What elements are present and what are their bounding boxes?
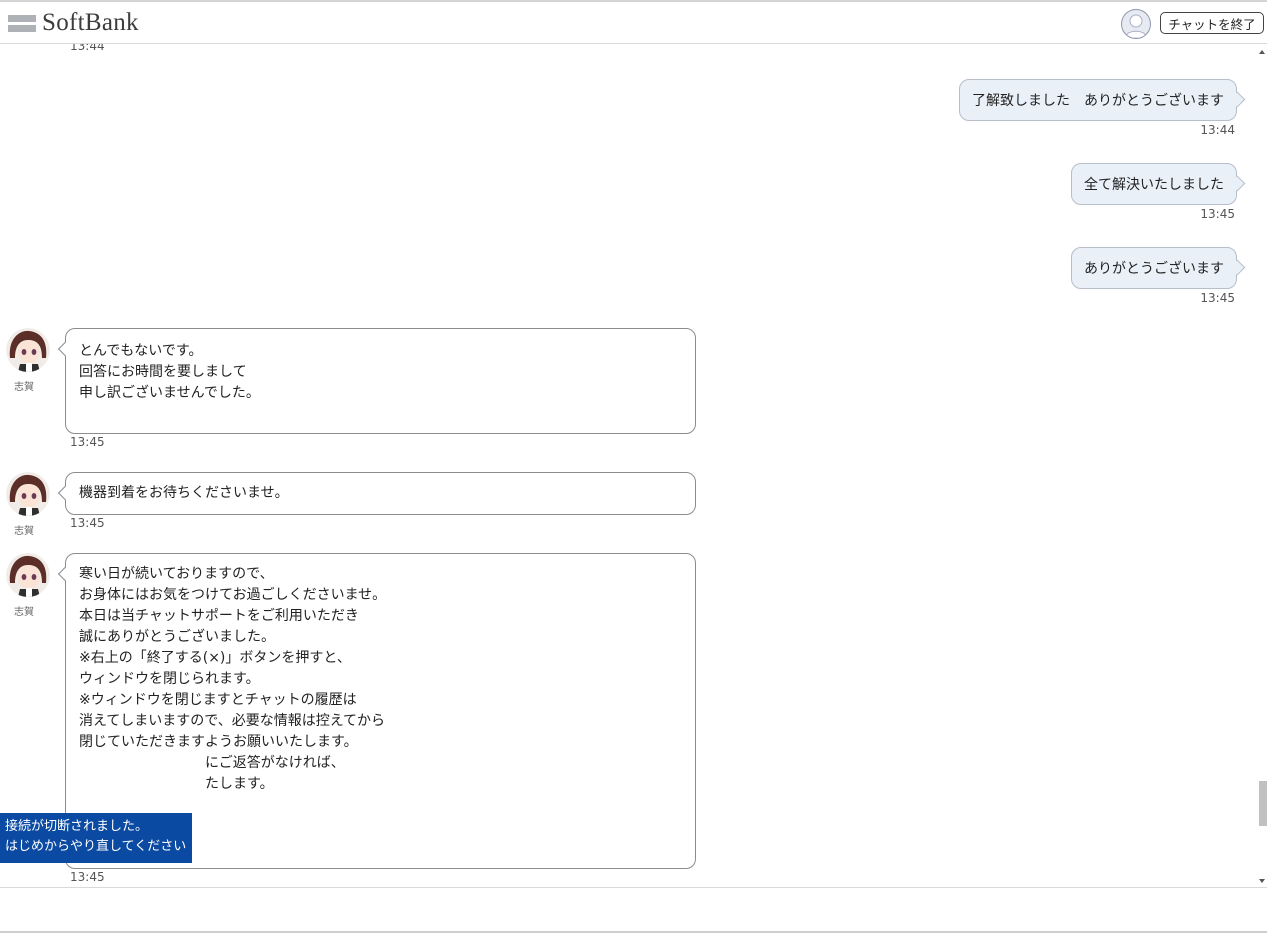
message-line: 機器到着をお待ちくださいませ。	[79, 485, 289, 501]
disconnect-notice-line: 接続が切断されました。	[5, 819, 149, 834]
message-time: 13:45	[70, 870, 105, 884]
logo-text: SoftBank	[42, 9, 139, 36]
user-message: ありがとうございます	[1071, 247, 1237, 289]
user-avatar-icon	[1121, 9, 1151, 39]
agent-avatar	[6, 472, 50, 516]
message-line: 閉じていただきますようお願いいたします。	[79, 734, 358, 750]
message-line: お身体にはお気をつけてお過ごしくださいませ。	[79, 587, 387, 603]
disconnect-notice-line: はじめからやり直してください	[5, 839, 187, 854]
header-bar: SoftBank チャットを終了	[0, 2, 1267, 44]
agent-message: 機器到着をお待ちくださいませ。	[65, 472, 696, 515]
message-time: 13:45	[1200, 207, 1235, 221]
scrollbar-thumb[interactable]	[1259, 781, 1267, 826]
softbank-logo-icon	[8, 12, 36, 34]
end-chat-button[interactable]: チャットを終了	[1160, 12, 1264, 34]
message-time: 13:45	[1200, 291, 1235, 305]
disconnect-notice: 接続が切断されました。 はじめからやり直してください	[0, 813, 192, 863]
input-area	[0, 887, 1267, 934]
message-time: 13:45	[70, 516, 105, 530]
message-line: 消えてしまいますので、必要な情報は控えてから	[79, 713, 386, 729]
message-line: 回答にお時間を要しまして	[79, 364, 247, 380]
agent-message: とんでもないです。 回答にお時間を要しまして 申し訳ございませんでした。	[65, 328, 696, 434]
message-line: にご返答がなければ、	[79, 755, 345, 771]
chat-log: 13:44 了解致しました ありがとうございます 13:44 全て解決いたしまし…	[0, 44, 1257, 887]
agent-name: 志賀	[14, 607, 34, 618]
message-line: ※ウィンドウを閉じますとチャットの履歴は	[79, 692, 357, 708]
message-line: 本日は当チャットサポートをご利用いただき	[79, 608, 359, 624]
message-line: 誠にありがとうございました。	[79, 629, 275, 645]
message-line: ※右上の「終了する(×)」ボタンを押すと、	[79, 650, 351, 666]
softbank-logo: SoftBank	[8, 9, 139, 36]
scroll-up-icon[interactable]	[1259, 50, 1265, 54]
message-time: 13:44	[70, 44, 105, 53]
agent-avatar	[6, 328, 50, 372]
message-line: 寒い日が続いておりますので、	[79, 566, 274, 582]
message-line: とんでもないです。	[79, 343, 203, 359]
message-line: たします。	[79, 776, 274, 792]
agent-name: 志賀	[14, 382, 34, 393]
message-line: 申し訳ございませんでした。	[79, 385, 260, 401]
message-line: ウィンドウを閉じられます。	[79, 671, 260, 687]
agent-avatar	[6, 553, 50, 597]
chat-scrollbar[interactable]	[1257, 44, 1267, 887]
message-time: 13:45	[70, 435, 105, 449]
agent-name: 志賀	[14, 526, 34, 537]
scroll-down-icon[interactable]	[1259, 879, 1265, 883]
user-message: 全て解決いたしました	[1071, 163, 1237, 205]
message-time: 13:44	[1200, 123, 1235, 137]
user-message: 了解致しました ありがとうございます	[959, 79, 1237, 121]
